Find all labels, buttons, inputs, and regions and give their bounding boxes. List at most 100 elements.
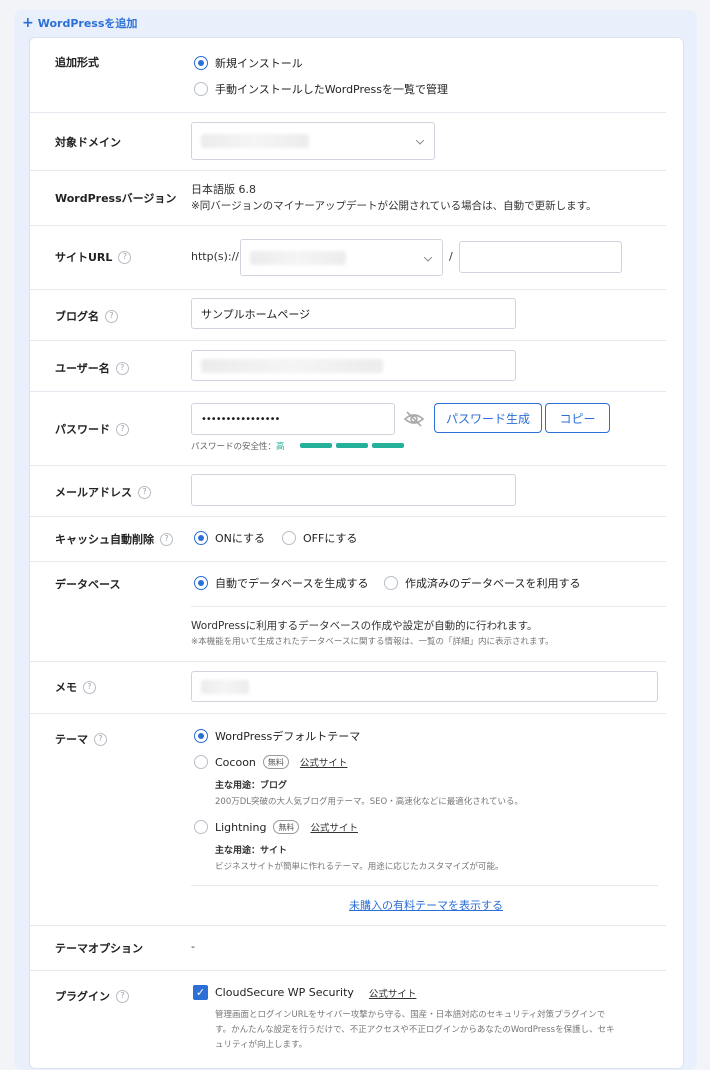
add-type-option-new[interactable]: 新規インストール [194,55,303,71]
version-note: ※同バージョンのマイナーアップデートが公開されている場合は、自動で更新します。 [191,200,597,212]
cache-label: キャッシュ自動削除 [55,533,154,546]
radio-icon[interactable] [194,755,208,769]
radio-icon[interactable] [194,820,208,834]
chevron-down-icon [415,136,425,145]
site-url-domain-redacted [250,250,346,265]
plugin-label: プラグイン [55,990,110,1003]
cache-option-off-label: OFFにする [303,532,358,545]
generate-password-button[interactable]: パスワード生成 [434,403,542,433]
add-type-option-manual[interactable]: 手動インストールしたWordPressを一覧で管理 [194,81,448,97]
help-icon[interactable]: ? [115,361,129,375]
add-wordpress-toggle[interactable]: + WordPressを追加 [22,15,137,31]
row-theme-option: テーマオプション - [30,925,666,971]
plugin-name: CloudSecure WP Security [215,986,354,999]
show-paid-themes-link[interactable]: 未購入の有料テーマを表示する [349,897,503,913]
radio-selected-icon[interactable] [194,56,208,70]
lightning-use: 主な用途：サイト [215,846,288,856]
theme-option-cocoon[interactable]: Cocoon 無料 公式サイト [194,755,347,769]
checkbox-checked-icon[interactable]: ✓ [193,985,208,1000]
radio-icon[interactable] [384,576,398,590]
cache-label-wrap: キャッシュ自動削除 ? [55,531,173,547]
lightning-desc: ビジネスサイトが簡単に作れるテーマ。用途に応じたカスタマイズが可能。 [215,862,504,872]
theme-lightning-name: Lightning [215,820,267,834]
username-input[interactable] [191,350,516,381]
copy-password-button[interactable]: コピー [545,403,610,433]
theme-option-lightning[interactable]: Lightning 無料 公式サイト [194,820,358,834]
chevron-down-icon [423,252,433,262]
add-wordpress-label: WordPressを追加 [37,17,138,30]
email-input[interactable] [191,474,516,506]
add-type-label: 追加形式 [55,56,99,69]
row-username: ユーザー名 ? [30,340,666,392]
radio-icon[interactable] [194,82,208,96]
theme-label-wrap: テーマ ? [55,731,107,747]
help-icon[interactable]: ? [118,250,132,264]
site-url-prefix: http(s):// [191,250,240,263]
radio-selected-icon[interactable] [194,576,208,590]
row-email: メールアドレス ? [30,465,666,517]
theme-option-label: テーマオプション [55,942,143,955]
theme-option-default[interactable]: WordPressデフォルトテーマ [194,728,360,744]
radio-selected-icon[interactable] [194,729,208,743]
password-input[interactable]: •••••••••••••••• [191,403,395,435]
blog-name-input[interactable]: サンプルホームページ [191,298,516,329]
site-url-label-wrap: サイトURL ? [55,249,132,265]
help-icon[interactable]: ? [116,422,129,436]
blog-name-label-wrap: ブログ名 ? [55,308,118,324]
strength-bar-1 [300,443,332,448]
lightning-official-link[interactable]: 公式サイト [310,820,358,834]
row-domain: 対象ドメイン [30,112,666,171]
row-blog-name: ブログ名 ? サンプルホームページ [30,289,666,341]
version-value: 日本語版 6.8 [191,183,256,196]
plugin-official-link[interactable]: 公式サイト [369,986,417,1000]
plugin-desc-1: 管理画面とログインURLをサイバー攻撃から守る、国産・日本語対応のセキュリティ対… [215,1010,606,1020]
cache-option-off[interactable]: OFFにする [282,530,357,546]
radio-selected-icon[interactable] [194,531,208,545]
password-strength: パスワードの安全性：高 [191,440,285,452]
help-icon[interactable]: ? [83,680,96,694]
site-url-domain-select[interactable] [240,239,443,276]
username-label-wrap: ユーザー名 ? [55,360,129,376]
database-note: ※本機能を用いて生成されたデータベースに関する情報は、一覧の「詳細」内に表示され… [191,637,554,647]
strength-bar-2 [336,443,368,448]
memo-input[interactable] [191,671,658,702]
password-label: パスワード [55,423,110,436]
plugin-checkbox-row[interactable]: ✓ CloudSecure WP Security 公式サイト [193,985,416,1000]
site-url-path-input[interactable] [459,241,622,273]
cocoon-use: 主な用途：ブログ [215,781,288,791]
database-option-auto[interactable]: 自動でデータベースを生成する [194,575,368,591]
strength-label: パスワードの安全性： [191,442,277,452]
database-option-existing[interactable]: 作成済みのデータベースを利用する [384,575,580,591]
username-value-redacted [201,358,383,373]
help-icon[interactable]: ? [105,309,118,323]
cache-option-on-label: ONにする [215,532,265,545]
database-label: データベース [55,578,121,591]
blog-name-label: ブログ名 [55,310,99,323]
row-database: データベース 自動でデータベースを生成する 作成済みのデータベースを利用する W… [30,561,666,662]
username-label: ユーザー名 [55,362,110,375]
eye-slash-icon[interactable] [403,410,425,431]
help-icon[interactable]: ? [116,989,129,1003]
help-icon[interactable]: ? [94,732,107,746]
help-icon[interactable]: ? [160,532,173,546]
cocoon-official-link[interactable]: 公式サイト [300,755,348,769]
free-badge: 無料 [262,755,289,769]
row-cache: キャッシュ自動削除 ? ONにする OFFにする [30,516,666,562]
row-theme: テーマ ? WordPressデフォルトテーマ Cocoon 無料 公式サイト … [30,713,666,926]
cache-option-on[interactable]: ONにする [194,530,265,546]
row-version: WordPressバージョン 日本語版 6.8 ※同バージョンのマイナーアップデ… [30,170,666,226]
domain-label: 対象ドメイン [55,136,121,149]
password-label-wrap: パスワード ? [55,421,129,437]
cocoon-desc: 200万DL突破の大人気ブログ用テーマ。SEO・高速化などに最適化されている。 [215,797,523,807]
row-memo: メモ ? [30,661,666,714]
email-label-wrap: メールアドレス ? [55,484,151,500]
site-url-slash: / [449,250,453,263]
strength-value: 高 [276,442,285,452]
theme-cocoon-name: Cocoon [215,755,256,769]
domain-select[interactable] [191,122,435,160]
radio-icon[interactable] [282,531,296,545]
theme-default-label: WordPressデフォルトテーマ [215,730,361,743]
help-icon[interactable]: ? [138,485,151,499]
password-value: •••••••••••••••• [201,413,280,425]
row-password: パスワード ? •••••••••••••••• パスワード生成 コピー パスワ… [30,391,666,466]
